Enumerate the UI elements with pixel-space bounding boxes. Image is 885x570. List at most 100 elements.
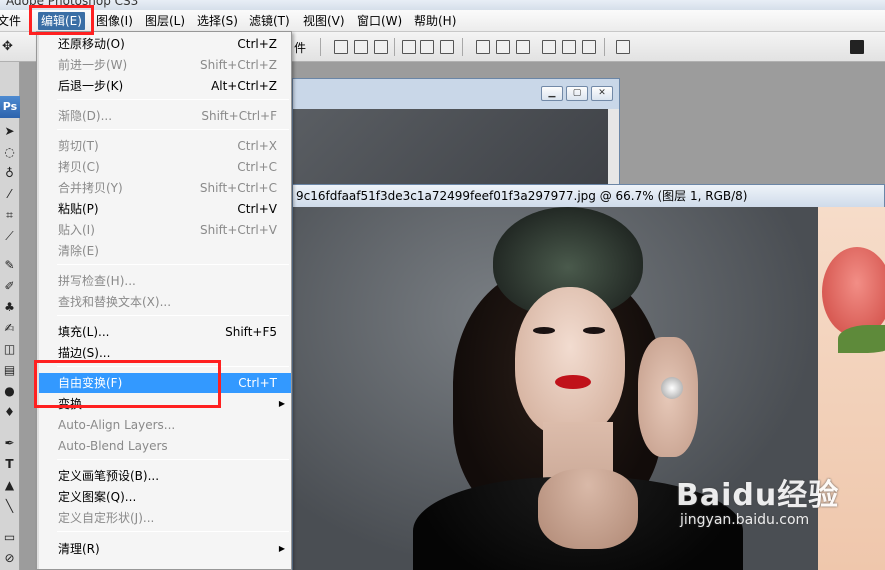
line-tool-icon[interactable]: ╲ bbox=[2, 499, 17, 514]
blur-tool-icon[interactable]: ● bbox=[2, 384, 17, 399]
document-window-back[interactable]: ▁ ▢ ✕ bbox=[292, 78, 620, 189]
menu-item-shortcut: Alt+Ctrl+Z bbox=[211, 79, 277, 93]
menu-item-shortcut: Shift+Ctrl+F bbox=[201, 109, 277, 123]
menu-item-label: 拼写检查(H)... bbox=[58, 274, 136, 288]
path-select-icon[interactable]: ▲ bbox=[2, 478, 17, 493]
document-canvas-back[interactable] bbox=[293, 109, 609, 189]
menu-item-label: 前进一步(W) bbox=[58, 58, 128, 72]
notes-tool-icon[interactable]: ▭ bbox=[2, 530, 17, 545]
submenu-arrow-icon: ▶ bbox=[278, 399, 285, 408]
crop-tool-icon[interactable]: ⌗ bbox=[2, 208, 17, 223]
menu-file[interactable]: 文件 bbox=[0, 12, 24, 30]
menu-item-shortcut: Shift+Ctrl+V bbox=[200, 223, 277, 237]
close-icon[interactable]: ✕ bbox=[591, 86, 613, 101]
magic-wand-icon[interactable]: ⁄ bbox=[2, 187, 17, 202]
move-tool-icon[interactable]: ➤ bbox=[2, 124, 17, 139]
history-brush-icon[interactable]: ✍ bbox=[2, 321, 17, 336]
gradient-tool-icon[interactable]: ▤ bbox=[2, 363, 17, 378]
menu-item-label: 后退一步(K) bbox=[58, 79, 124, 93]
align-bottom-icon[interactable] bbox=[374, 40, 388, 54]
marquee-tool-icon[interactable]: ◌ bbox=[2, 145, 17, 160]
brush-tool-icon[interactable]: ✐ bbox=[2, 279, 17, 294]
auto-align-icon[interactable] bbox=[616, 40, 630, 54]
menu-item-paste-into[interactable]: 贴入(I) Shift+Ctrl+V bbox=[39, 220, 291, 240]
menu-layer[interactable]: 图层(L) bbox=[142, 12, 188, 30]
photo-ring bbox=[661, 377, 683, 399]
menu-item-step-forward[interactable]: 前进一步(W) Shift+Ctrl+Z bbox=[39, 55, 291, 75]
menu-item-shortcut: Ctrl+V bbox=[237, 202, 277, 216]
align-top-icon[interactable] bbox=[334, 40, 348, 54]
lasso-tool-icon[interactable]: ♁ bbox=[2, 166, 17, 181]
menu-view[interactable]: 视图(V) bbox=[300, 12, 348, 30]
distribute-top-icon[interactable] bbox=[476, 40, 490, 54]
menu-item-paste[interactable]: 粘贴(P) Ctrl+V bbox=[39, 199, 291, 219]
distribute-left-icon[interactable] bbox=[542, 40, 556, 54]
menu-item-purge[interactable]: 清理(R) ▶ bbox=[39, 539, 291, 559]
menu-filter[interactable]: 滤镜(T) bbox=[246, 12, 293, 30]
menu-item-spell-check[interactable]: 拼写检查(H)... bbox=[39, 271, 291, 291]
menu-item-label: 贴入(I) bbox=[58, 223, 95, 237]
menu-item-define-brush[interactable]: 定义画笔预设(B)... bbox=[39, 466, 291, 486]
watermark-main: Baidu经验 bbox=[676, 478, 840, 513]
vertical-scrollbar[interactable] bbox=[608, 109, 619, 189]
menu-window[interactable]: 窗口(W) bbox=[354, 12, 405, 30]
distribute-vcenter-icon[interactable] bbox=[496, 40, 510, 54]
photo-lips bbox=[555, 375, 591, 389]
toolbox: Ps ➤ ◌ ♁ ⁄ ⌗ ⟋ ✎ ✐ ♣ ✍ ◫ ▤ ● ♦ ✒ T ▲ ╲ ▭… bbox=[0, 62, 20, 570]
menu-item-shortcut: Shift+Ctrl+C bbox=[199, 181, 277, 195]
menu-item-label: 清除(E) bbox=[58, 244, 99, 258]
menu-item-copy-merged[interactable]: 合并拷贝(Y) Shift+Ctrl+C bbox=[39, 178, 291, 198]
menu-item-cut[interactable]: 剪切(T) Ctrl+X bbox=[39, 136, 291, 156]
window-title-bar: Adobe Photoshop CS3 bbox=[0, 0, 885, 10]
stamp-tool-icon[interactable]: ♣ bbox=[2, 300, 17, 315]
healing-brush-icon[interactable]: ✎ bbox=[2, 258, 17, 273]
highlight-edit-menu bbox=[29, 5, 94, 35]
menu-item-shortcut: Shift+F5 bbox=[225, 325, 277, 339]
menu-separator bbox=[57, 129, 289, 130]
menu-item-find-replace[interactable]: 查找和替换文本(X)... bbox=[39, 292, 291, 312]
photo-rose bbox=[822, 247, 885, 337]
menu-item-auto-blend-layers[interactable]: Auto-Blend Layers bbox=[39, 436, 291, 456]
photo-eye-right bbox=[583, 327, 605, 334]
window-controls: ▁ ▢ ✕ bbox=[541, 86, 613, 101]
pen-tool-icon[interactable]: ✒ bbox=[2, 436, 17, 451]
menu-item-fade[interactable]: 渐隐(D)... Shift+Ctrl+F bbox=[39, 106, 291, 126]
menu-item-auto-align-layers[interactable]: Auto-Align Layers... bbox=[39, 415, 291, 435]
move-tool-icon[interactable]: ✥ bbox=[0, 39, 15, 54]
eraser-tool-icon[interactable]: ◫ bbox=[2, 342, 17, 357]
type-tool-icon[interactable]: T bbox=[2, 457, 17, 472]
photo-chest bbox=[538, 469, 638, 549]
menu-help[interactable]: 帮助(H) bbox=[411, 12, 459, 30]
menu-item-fill[interactable]: 填充(L)... Shift+F5 bbox=[39, 322, 291, 342]
distribute-hcenter-icon[interactable] bbox=[562, 40, 576, 54]
distribute-right-icon[interactable] bbox=[582, 40, 596, 54]
dodge-tool-icon[interactable]: ♦ bbox=[2, 405, 17, 420]
align-vcenter-icon[interactable] bbox=[354, 40, 368, 54]
options-separator bbox=[320, 38, 321, 56]
minimize-icon[interactable]: ▁ bbox=[541, 86, 563, 101]
menu-item-define-custom-shape[interactable]: 定义自定形状(J)... bbox=[39, 508, 291, 528]
menu-item-shortcut: Ctrl+T bbox=[238, 376, 277, 390]
menu-select[interactable]: 选择(S) bbox=[194, 12, 241, 30]
align-left-icon[interactable] bbox=[402, 40, 416, 54]
menu-item-define-pattern[interactable]: 定义图案(Q)... bbox=[39, 487, 291, 507]
menu-image[interactable]: 图像(I) bbox=[93, 12, 136, 30]
menu-item-step-backward[interactable]: 后退一步(K) Alt+Ctrl+Z bbox=[39, 76, 291, 96]
align-hcenter-icon[interactable] bbox=[420, 40, 434, 54]
distribute-bottom-icon[interactable] bbox=[516, 40, 530, 54]
menu-item-shortcut: Ctrl+C bbox=[237, 160, 277, 174]
menu-item-undo-move[interactable]: 还原移动(O) Ctrl+Z bbox=[39, 34, 291, 54]
menu-item-label: 合并拷贝(Y) bbox=[58, 181, 123, 195]
bridge-icon[interactable] bbox=[850, 40, 864, 54]
align-right-icon[interactable] bbox=[440, 40, 454, 54]
slice-tool-icon[interactable]: ⟋ bbox=[2, 229, 17, 244]
menu-item-shortcut: Ctrl+Z bbox=[237, 37, 277, 51]
menu-item-shortcut: Ctrl+X bbox=[237, 139, 277, 153]
eyedropper-tool-icon[interactable]: ⊘ bbox=[2, 551, 17, 566]
menu-item-copy[interactable]: 拷贝(C) Ctrl+C bbox=[39, 157, 291, 177]
menu-item-clear[interactable]: 清除(E) bbox=[39, 241, 291, 261]
menu-item-label: 查找和替换文本(X)... bbox=[58, 295, 172, 309]
watermark-sub: jingyan.baidu.com bbox=[680, 512, 810, 528]
maximize-icon[interactable]: ▢ bbox=[566, 86, 588, 101]
menubar: 文件 编辑(E) 图像(I) 图层(L) 选择(S) 滤镜(T) 视图(V) 窗… bbox=[0, 10, 885, 32]
